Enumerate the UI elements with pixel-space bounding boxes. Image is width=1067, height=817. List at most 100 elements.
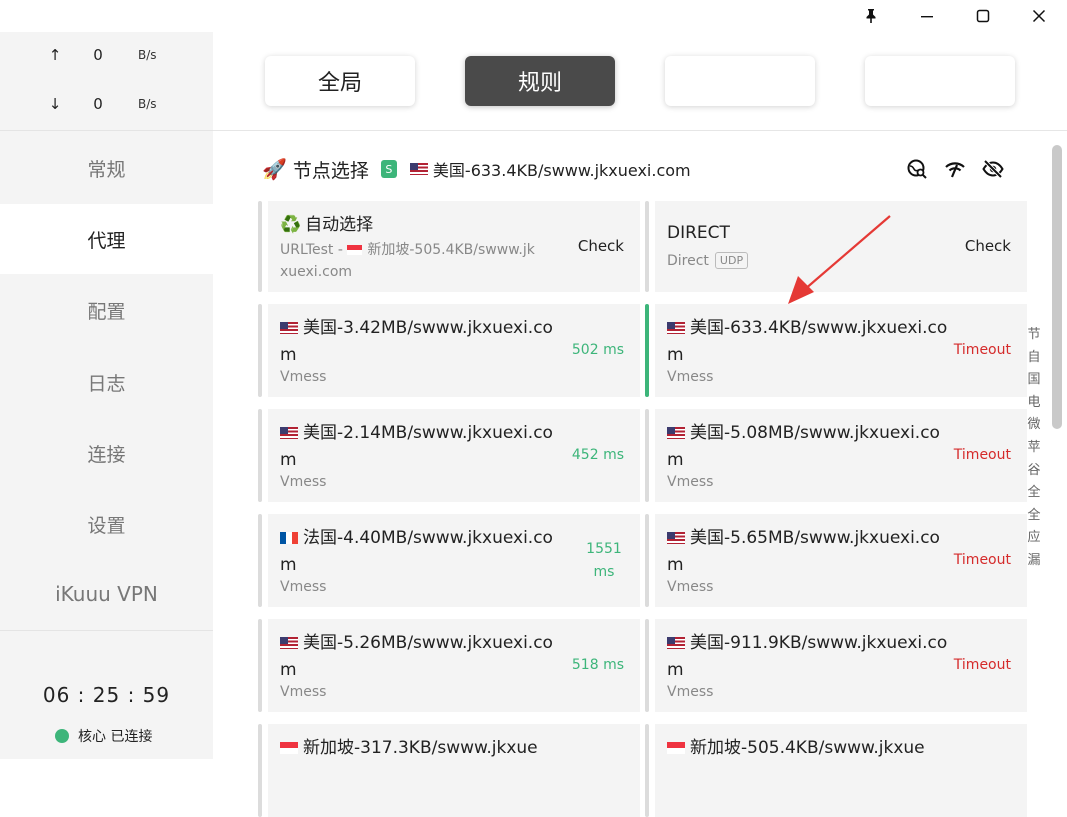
proxy-card[interactable]: 美国-911.9KB/swww.jkxuexi.com Vmess Timeout — [645, 619, 1027, 712]
minimize-icon[interactable] — [899, 0, 955, 32]
upload-value: 0 — [93, 46, 103, 64]
proxy-name-text: 美国-911.9KB/swww.jkxuexi.com — [667, 633, 948, 680]
proxy-delay: Timeout — [953, 657, 1011, 673]
upload-speed: ↑ 0 B/s — [0, 46, 213, 70]
proxy-name-text: DIRECT — [667, 223, 730, 243]
proxy-name: 美国-5.26MB/swww.jkxuexi.com — [280, 630, 565, 684]
index-letter[interactable]: 微 — [1027, 414, 1040, 437]
status-dot-icon — [55, 729, 69, 743]
index-letter[interactable]: 电 — [1027, 392, 1040, 415]
proxy-name-text: 美国-633.4KB/swww.jkxuexi.com — [667, 318, 948, 365]
annotation-arrow-icon — [788, 215, 891, 304]
rocket-icon: 🚀 — [262, 157, 287, 181]
card-indicator — [645, 724, 649, 817]
sidebar-item-logs[interactable]: 日志 — [0, 347, 213, 417]
card-indicator — [258, 304, 262, 397]
sidebar-item-profiles[interactable]: 配置 — [0, 275, 213, 345]
sidebar-item-settings[interactable]: 设置 — [0, 489, 213, 559]
proxy-name-text: 美国-5.65MB/swww.jkxuexi.com — [667, 528, 940, 575]
proxy-type: URLTest - — [280, 242, 348, 258]
card-indicator — [645, 619, 649, 712]
proxy-type-label: Vmess — [280, 579, 327, 595]
mode-rule-button[interactable]: 规则 — [465, 56, 615, 106]
proxy-name: 新加坡-505.4KB/swww.jkxue — [667, 735, 952, 762]
index-letter[interactable]: 苹 — [1027, 437, 1040, 460]
proxy-type-label: Vmess — [280, 369, 327, 385]
location-search-icon[interactable] — [905, 157, 929, 181]
upload-unit: B/s — [138, 48, 157, 62]
proxy-name: 美国-911.9KB/swww.jkxuexi.com — [667, 630, 952, 684]
mode-script-button[interactable] — [865, 56, 1015, 106]
proxy-type-label: Vmess — [280, 474, 327, 490]
download-speed: ↓ 0 B/s — [0, 95, 213, 119]
index-letter[interactable]: 节 — [1027, 324, 1040, 347]
proxy-name-text: 美国-5.26MB/swww.jkxuexi.com — [280, 633, 553, 680]
proxy-type-label: Vmess — [667, 369, 714, 385]
group-actions — [905, 157, 1005, 181]
sidebar-item-general[interactable]: 常规 — [0, 133, 213, 203]
index-letter[interactable]: 漏 — [1027, 550, 1040, 573]
proxy-type: Direct UDP — [667, 252, 749, 269]
proxy-type-label: Direct — [667, 253, 709, 269]
proxy-type-label: Vmess — [667, 579, 714, 595]
check-delay-button[interactable]: Check — [578, 237, 624, 255]
index-letter[interactable]: 国 — [1027, 369, 1040, 392]
wifi-test-icon[interactable] — [943, 157, 967, 181]
core-status-label: 核心 已连接 — [78, 729, 153, 745]
card-indicator — [645, 409, 649, 502]
proxy-card[interactable]: 法国-4.40MB/swww.jkxuexi.com Vmess 1551 ms — [258, 514, 640, 607]
us-flag-icon — [667, 637, 685, 649]
proxy-type: Vmess — [667, 474, 713, 490]
proxy-card[interactable]: ♻️ 自动选择 URLTest - 新加坡-505.4KB/swww.jkxuexi… — [258, 201, 640, 292]
card-indicator — [645, 514, 649, 607]
us-flag-icon — [409, 163, 428, 175]
proxy-name-text: 美国-5.08MB/swww.jkxuexi.com — [667, 423, 940, 470]
mode-direct-button[interactable] — [665, 56, 815, 106]
proxy-type-label: Vmess — [280, 684, 327, 700]
proxy-card[interactable]: 美国-5.65MB/swww.jkxuexi.com Vmess Timeout — [645, 514, 1027, 607]
us-flag-icon — [667, 427, 685, 439]
proxy-card[interactable]: 美国-2.14MB/swww.jkxuexi.com Vmess 452 ms — [258, 409, 640, 502]
index-letter[interactable]: 全 — [1027, 482, 1040, 505]
us-flag-icon — [280, 322, 298, 334]
sidebar-item-proxy[interactable]: 代理 — [0, 204, 213, 274]
sidebar-item-connections[interactable]: 连接 — [0, 418, 213, 488]
mode-global-button[interactable]: 全局 — [265, 56, 415, 106]
mode-bar: 全局 规则 — [213, 32, 1067, 131]
index-letter[interactable]: 全 — [1027, 505, 1040, 528]
proxy-subtitle: URLTest - 新加坡-505.4KB/swww.jkxuexi.com — [280, 239, 540, 283]
proxy-card[interactable]: 美国-3.42MB/swww.jkxuexi.com Vmess 502 ms — [258, 304, 640, 397]
proxy-delay: 502 ms — [571, 342, 624, 358]
traffic-monitor: ↑ 0 B/s ↓ 0 B/s — [0, 32, 213, 130]
index-letter[interactable]: 应 — [1027, 527, 1040, 550]
proxy-card[interactable]: 美国-5.26MB/swww.jkxuexi.com Vmess 518 ms — [258, 619, 640, 712]
scrollbar-thumb[interactable] — [1052, 145, 1062, 429]
proxy-card[interactable]: 美国-633.4KB/swww.jkxuexi.com Vmess Timeout — [645, 304, 1027, 397]
proxy-type: Vmess — [280, 579, 326, 595]
maximize-icon[interactable] — [955, 0, 1011, 32]
us-flag-icon — [280, 427, 298, 439]
proxy-delay: Timeout — [953, 342, 1011, 358]
proxy-card[interactable]: 美国-5.08MB/swww.jkxuexi.com Vmess Timeout — [645, 409, 1027, 502]
download-arrow-icon: ↓ — [48, 95, 62, 113]
group-type-badge: S — [380, 160, 397, 178]
proxy-group-header[interactable]: 🚀 节点选择 S 美国-633.4KB/swww.jkxuexi.com — [262, 155, 691, 183]
eye-off-icon[interactable] — [981, 157, 1005, 181]
proxy-type-label: Vmess — [667, 684, 714, 700]
proxy-card[interactable]: 新加坡-317.3KB/swww.jkxue — [258, 724, 640, 817]
index-letter[interactable]: 自 — [1027, 347, 1040, 370]
card-indicator — [258, 409, 262, 502]
sg-flag-icon — [347, 245, 363, 255]
proxy-type: Vmess — [280, 474, 326, 490]
upload-arrow-icon: ↑ — [48, 46, 62, 64]
check-delay-button[interactable]: Check — [965, 237, 1011, 255]
proxy-type: Vmess — [280, 684, 326, 700]
index-letter[interactable]: 谷 — [1027, 460, 1040, 483]
proxy-card[interactable]: 新加坡-505.4KB/swww.jkxue — [645, 724, 1027, 817]
card-indicator — [645, 201, 649, 292]
proxy-delay: Timeout — [953, 552, 1011, 568]
sidebar-item-ikuuu-vpn[interactable]: iKuuu VPN — [0, 559, 213, 629]
close-icon[interactable] — [1011, 0, 1067, 32]
pin-icon[interactable] — [843, 0, 899, 32]
sidebar: ↑ 0 B/s ↓ 0 B/s 常规 代理 配置 日志 连接 设置 iKuuu … — [0, 32, 213, 759]
